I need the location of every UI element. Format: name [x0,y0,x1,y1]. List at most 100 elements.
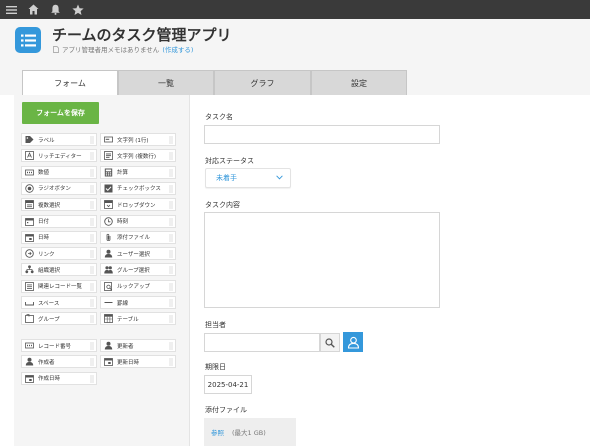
description-label: タスク内容 [205,201,240,209]
browse-button[interactable]: 参照 [211,427,224,437]
palette-item[interactable]: リンク [21,247,97,261]
clock-icon [104,216,113,226]
palette-item[interactable]: 関連レコード一覧 [21,279,97,293]
palette-item[interactable]: 更新者 [100,339,176,352]
drag-handle[interactable] [90,250,94,259]
drag-handle[interactable] [169,184,173,193]
home-icon[interactable] [27,3,40,16]
tab-list[interactable]: 一覧 [118,70,214,95]
palette-item[interactable]: 時刻 [100,214,176,228]
palette-item[interactable]: 複数選択 [21,198,97,212]
task-name-input[interactable] [204,125,440,144]
palette-item[interactable]: テーブル [100,312,176,326]
palette-item[interactable]: グループ選択 [100,263,176,277]
palette-item-label: リッチエディター [38,153,82,160]
palette-item-label: 組織選択 [38,267,61,274]
palette-item[interactable]: リッチエディター [21,149,97,163]
drag-handle[interactable] [90,374,94,383]
palette-item-label: 作成日時 [38,376,61,383]
app-memo: アプリ管理者用メモはありません (作成する) [53,44,193,54]
palette-item[interactable]: 計算 [100,165,176,179]
assignee-input[interactable] [204,333,320,352]
drag-handle[interactable] [169,342,173,350]
create-memo-link[interactable]: (作成する) [162,44,193,54]
palette-item-label: 作成者 [38,359,55,366]
related-records-icon [25,281,34,291]
save-form-button[interactable]: フォームを保存 [22,102,99,124]
palette-item[interactable]: 作成日時 [21,371,97,385]
palette-item[interactable]: 組織選択 [21,263,97,277]
palette-item-label: 罫線 [117,300,129,307]
drag-handle[interactable] [169,282,173,291]
palette-item[interactable]: 文字列 (1行) [100,133,176,146]
drag-handle[interactable] [169,201,173,210]
tab-graph[interactable]: グラフ [214,70,311,95]
record-number-icon [25,341,34,350]
palette-item[interactable]: ユーザー選択 [100,247,176,261]
label-icon [25,135,34,144]
drag-handle[interactable] [169,233,173,242]
drag-handle[interactable] [90,315,94,324]
drag-handle[interactable] [90,299,94,307]
palette-item-label: ラベル [38,137,55,144]
border-line-icon [104,298,113,307]
palette-item[interactable]: 罫線 [100,296,176,309]
palette-item-label: ラジオボタン [38,186,71,193]
lookup-icon [104,281,113,291]
drag-handle[interactable] [169,315,173,324]
palette-item-label: 計算 [117,170,129,177]
palette-item[interactable]: スペース [21,296,97,309]
palette-item-label: 複数選択 [38,202,61,209]
drag-handle[interactable] [90,233,94,242]
drag-handle[interactable] [169,299,173,307]
menu-icon[interactable] [5,3,18,16]
drag-handle[interactable] [169,217,173,226]
drag-handle[interactable] [90,184,94,193]
app-icon [15,27,41,53]
palette-item[interactable]: ルックアップ [100,279,176,293]
drag-handle[interactable] [90,136,94,144]
palette-item[interactable]: ラジオボタン [21,181,97,195]
palette-item[interactable]: ラベル [21,133,97,146]
drag-handle[interactable] [169,152,173,161]
palette-item[interactable]: ドロップダウン [100,198,176,212]
palette-item[interactable]: 数値 [21,165,97,179]
drag-handle[interactable] [90,217,94,226]
drag-handle[interactable] [90,342,94,350]
drag-handle[interactable] [169,168,173,177]
palette-item[interactable]: 作成者 [21,355,97,369]
due-date-input[interactable]: 2025-04-21 [204,375,252,394]
rich-editor-icon [25,151,34,161]
description-textarea[interactable] [204,212,440,308]
assignee-picker-button[interactable] [343,332,363,352]
drag-handle[interactable] [90,282,94,291]
assignee-label: 担当者 [205,321,226,329]
creator-icon [25,357,34,366]
palette-item[interactable]: 更新日時 [100,355,176,369]
palette-item[interactable]: 添付ファイル [100,230,176,244]
assignee-search-button[interactable] [320,333,340,352]
drag-handle[interactable] [90,152,94,161]
palette-item[interactable]: レコード番号 [21,339,97,352]
drag-handle[interactable] [169,358,173,367]
palette-item-label: 関連レコード一覧 [38,284,83,291]
status-dropdown[interactable]: 未着手 [205,168,291,188]
drag-handle[interactable] [169,266,173,275]
palette-item[interactable]: 文字列 (複数行) [100,149,176,163]
drag-handle[interactable] [169,250,173,259]
palette-item[interactable]: チェックボックス [100,181,176,195]
drag-handle[interactable] [90,168,94,177]
drag-handle[interactable] [90,201,94,210]
drag-handle[interactable] [90,266,94,275]
bell-icon[interactable] [49,3,62,16]
paperclip-icon [104,233,113,242]
palette-item[interactable]: 日付 [21,214,97,228]
tab-settings[interactable]: 設定 [311,70,407,95]
number-icon [25,168,34,177]
palette-item[interactable]: グループ [21,312,97,326]
tab-form[interactable]: フォーム [22,70,118,95]
drag-handle[interactable] [90,358,94,367]
drag-handle[interactable] [169,136,173,144]
palette-item[interactable]: 日時 [21,230,97,244]
star-icon[interactable] [71,3,84,16]
